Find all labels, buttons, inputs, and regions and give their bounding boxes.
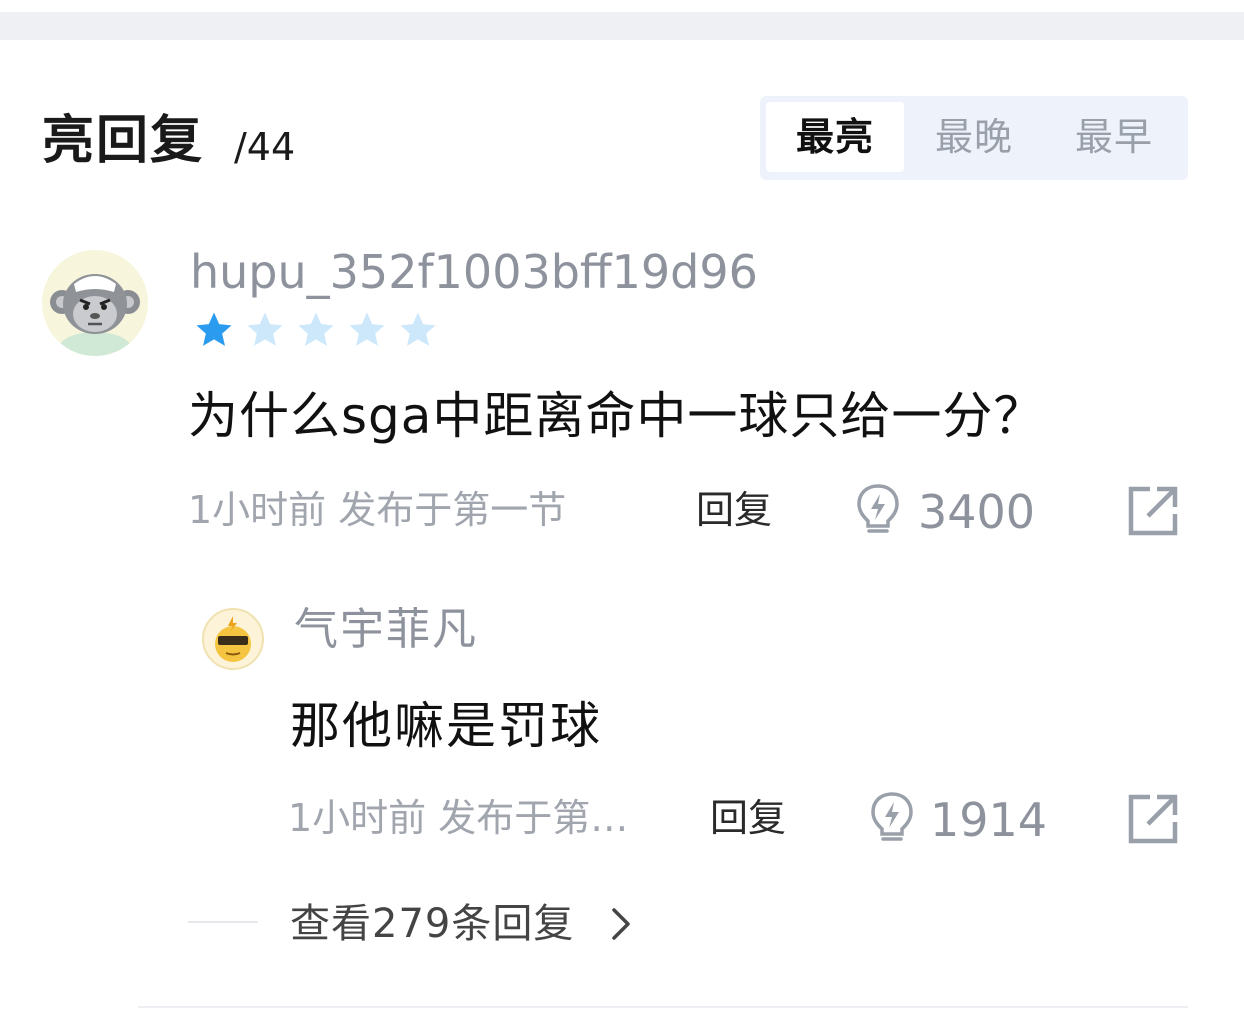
comment-meta: 1小时前 发布于第一节 — [188, 488, 567, 532]
share-icon[interactable] — [1126, 484, 1180, 538]
top-separator — [0, 12, 1244, 40]
lightbulb-icon[interactable] — [854, 482, 902, 538]
reply-meta: 1小时前 发布于第… — [288, 796, 629, 840]
chevron-right-icon[interactable] — [606, 904, 636, 944]
tab-earliest[interactable]: 最早 — [1044, 102, 1184, 172]
reply-light-count: 1914 — [930, 793, 1048, 847]
sort-tabs: 最亮 最晚 最早 — [760, 96, 1188, 180]
view-more-replies-link[interactable]: 查看279条回复 — [290, 898, 574, 950]
reply-count: /44 — [234, 125, 296, 169]
star-empty-icon — [247, 312, 283, 346]
tab-latest[interactable]: 最晚 — [904, 102, 1044, 172]
comment-text: 为什么sga中距离命中一球只给一分？ — [188, 387, 1045, 445]
bottom-divider — [138, 1006, 1188, 1008]
section-title: 亮回复 — [42, 111, 205, 171]
emoji-avatar-icon — [215, 616, 251, 662]
reply-avatar[interactable] — [202, 608, 264, 670]
star-empty-icon — [400, 312, 436, 346]
star-filled-icon — [196, 312, 232, 346]
more-divider — [188, 921, 258, 923]
reply-text: 那他嘛是罚球 — [290, 697, 602, 755]
reply-button[interactable]: 回复 — [696, 486, 772, 534]
light-count: 3400 — [918, 485, 1036, 539]
reply-to-reply-button[interactable]: 回复 — [710, 794, 786, 842]
tab-brightest[interactable]: 最亮 — [766, 102, 904, 172]
star-empty-icon — [349, 312, 385, 346]
comment-username[interactable]: hupu_352f1003bff19d96 — [190, 244, 758, 300]
reply-username[interactable]: 气宇菲凡 — [294, 602, 478, 658]
lightbulb-icon[interactable] — [868, 790, 916, 846]
share-icon[interactable] — [1126, 792, 1180, 846]
star-empty-icon — [298, 312, 334, 346]
gorilla-avatar-icon — [50, 274, 140, 356]
avatar[interactable] — [42, 250, 148, 356]
user-rating — [194, 310, 444, 354]
